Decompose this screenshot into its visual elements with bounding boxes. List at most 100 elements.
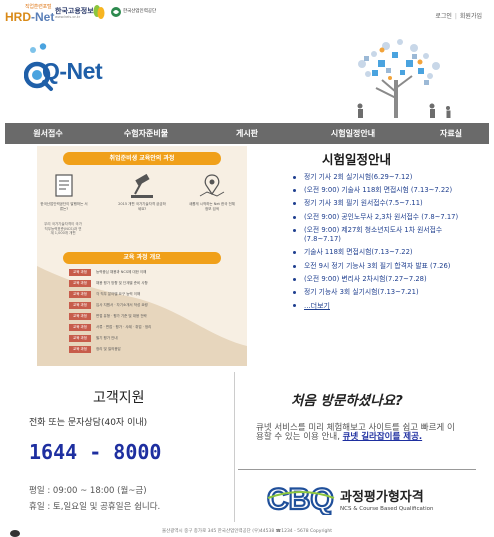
guide-link[interactable]: 큐넷 길라잡이를 제공.	[343, 432, 423, 442]
schedule-item[interactable]: (오전 9:00) 변리사 2차시험(7.27~7.28)	[290, 275, 480, 284]
first-visit-text: 큐넷 서비스를 미리 체험해보고 사이트를 쉽고 빠르게 이용할 수 있는 이용…	[256, 424, 456, 442]
course-row: 교육 과정 능력중심 채용과 NCS에 대한 이해	[69, 269, 219, 277]
section-divider	[234, 372, 235, 522]
hrd-logo-text: HRD-Net	[5, 10, 54, 24]
course-text: 채용 평가 방향 및 단계별 준비 사항	[96, 281, 148, 285]
bullet-icon	[293, 304, 296, 308]
top-link-divider: |	[454, 13, 457, 20]
support-hours-weekday: 평일 : 09:00 ~ 18:00 (월~금)	[29, 486, 147, 496]
schedule-item[interactable]: (오전 9:00) 기술사 118회 면접시험 (7.13~7.22)	[290, 186, 480, 195]
banner-card2-text: 2015 개편 국가기술자격 궁금하세요?	[118, 202, 166, 211]
bullet-icon	[293, 176, 296, 179]
org1-url: www.keis.or.kr	[55, 15, 81, 19]
exam-schedule-panel: 시험일정안내 정기 기사 2회 실기시험(6.29~7.12) (오전 9:00…	[290, 149, 480, 311]
bullet-icon	[293, 277, 296, 281]
schedule-list: 정기 기사 2회 실기시험(6.29~7.12) (오전 9:00) 기술사 1…	[290, 173, 480, 297]
course-tag: 교육 과정	[69, 313, 91, 320]
bullet-icon	[293, 202, 296, 206]
course-row: 교육 과정 면접 유형 · 평가 기준 및 대응 전략	[69, 313, 219, 321]
schedule-item-text: 정기 기사 2회 실기시험(6.29~7.12)	[304, 173, 413, 181]
top-links: 로그인 | 회원가입	[435, 11, 482, 20]
course-text: 각 직무 분야별 요구 능력 이해	[96, 292, 141, 296]
schedule-item[interactable]: (오전 9:00) 공인노무사 2,3차 원서접수 (7.8~7.17)	[290, 213, 480, 222]
promo-banner[interactable]: 취업준비생 교육안의 과정 한국산업인력공단이 발행하는 서류는? 2015 개…	[37, 146, 247, 366]
support-subtitle: 전화 또는 문자상담(40자 이내)	[29, 418, 148, 428]
course-tag: 교육 과정	[69, 269, 91, 276]
schedule-item-text: (오전 9:00) 공인노무사 2,3차 원서접수 (7.8~7.17)	[304, 212, 459, 221]
footer-text: 울산광역시 중구 종가로 345 한국산업인력공단 (우)44538 ☎1234…	[161, 529, 333, 534]
banner-card3-text: 새롭게 시작하는 Net 한국 전체 정보 검색	[188, 202, 235, 211]
cbq-title[interactable]: 과정평가형자격	[340, 486, 424, 505]
course-text: 면접 유형 · 평가 기준 및 대응 전략	[96, 314, 147, 318]
hrd-net-logo[interactable]: 직업훈련포털 HRD-Net	[5, 3, 55, 25]
qnet-brand-text[interactable]: Q-Net	[42, 58, 103, 85]
schedule-item[interactable]: 정기 기사 3회 필기 원서접수(7.5~7.11)	[290, 199, 480, 208]
bullet-icon	[293, 189, 296, 193]
course-text: 정리 및 질의응답	[96, 347, 121, 351]
course-tag: 교육 과정	[69, 280, 91, 287]
bullet-icon	[293, 215, 296, 219]
course-row: 교육 과정 정리 및 질의응답	[69, 346, 219, 354]
bullet-icon	[293, 228, 296, 232]
leaf-logo-icon	[93, 5, 105, 19]
nav-board[interactable]: 게시판	[201, 123, 293, 144]
support-title: 고객지원	[93, 390, 145, 406]
course-tag: 교육 과정	[69, 302, 91, 309]
support-hours-holiday: 휴일 : 토,일요일 및 공휴일은 쉽니다.	[29, 502, 161, 512]
login-link[interactable]: 로그인	[435, 13, 452, 20]
course-row: 교육 과정 필기 평가 안내	[69, 335, 219, 343]
cbq-subtitle: NCS & Course Based Qualification	[340, 506, 434, 512]
nav-exam-supplies[interactable]: 수험자준비물	[91, 123, 201, 144]
course-row: 교육 과정 각 직무 분야별 요구 능력 이해	[69, 291, 219, 299]
course-tag: 교육 과정	[69, 346, 91, 353]
first-visit-title: 처음 방문하셨나요?	[291, 393, 403, 409]
banner-side-note: 우리 국가기술자격이 국가직무능력표준(NCS)과 연계 1,000개 개편	[44, 222, 82, 235]
org2-name[interactable]: 한국산업인력공단	[123, 8, 156, 14]
hrd-small-label: 직업훈련포털	[25, 4, 52, 10]
schedule-item[interactable]: 정기 기능사 3회 실기시험(7.13~7.21)	[290, 288, 480, 297]
signup-link[interactable]: 회원가입	[460, 13, 482, 20]
people-tree-illustration	[357, 39, 451, 118]
schedule-item[interactable]: 오전 9시 정기 기능사 3회 필기 합격자 발표 (7.26)	[290, 262, 480, 271]
course-tag: 교육 과정	[69, 324, 91, 331]
course-text: 서류 · 면접 · 평가 · 사례 · 취업 · 정리	[96, 325, 152, 329]
banner-card1-text: 한국산업인력공단이 발행하는 서류는?	[40, 202, 88, 211]
hrd-logo-a: HRD	[5, 10, 31, 24]
schedule-item-text: (오전 9:00) 제27회 청소년지도사 1차 원서접수 (7.8~7.17)	[304, 225, 443, 244]
gavel-icon	[131, 173, 153, 198]
schedule-item[interactable]: 정기 기사 2회 실기시험(6.29~7.12)	[290, 173, 480, 182]
course-tag: 교육 과정	[69, 291, 91, 298]
cbq-logo-text: CBQ	[267, 483, 334, 515]
nav-application[interactable]: 원서접수	[5, 123, 91, 144]
course-row: 교육 과정 서류 · 면접 · 평가 · 사례 · 취업 · 정리	[69, 324, 219, 332]
nav-exam-schedule[interactable]: 시험일정안내	[293, 123, 413, 144]
schedule-item-text: 정기 기능사 3회 실기시험(7.13~7.21)	[304, 288, 419, 297]
schedule-title: 시험일정안내	[322, 152, 392, 167]
banner-ribbon-top: 취업준비생 교육안의 과정	[63, 152, 221, 165]
schedule-item-text: (오전 9:00) 변리사 2차시험(7.27~7.28)	[304, 274, 427, 283]
schedule-item[interactable]: 기술사 118회 면접시험(7.13~7.22)	[290, 248, 480, 257]
course-text: 입사 지원서 · 자기소개서 작성 요령	[96, 303, 148, 307]
schedule-more-text: ...더보기	[304, 302, 330, 311]
schedule-more-link[interactable]: ...더보기	[290, 301, 480, 311]
schedule-item[interactable]: (오전 9:00) 제27회 청소년지도사 1차 원서접수 (7.8~7.17)	[290, 226, 480, 245]
bullet-icon	[293, 264, 296, 268]
course-text: 필기 평가 안내	[96, 336, 118, 340]
nav-resources[interactable]: 자료실	[413, 123, 489, 144]
banner-ribbon-course: 교육 과정 개요	[63, 252, 221, 264]
map-pin-icon	[199, 174, 225, 197]
course-row: 교육 과정 채용 평가 방향 및 단계별 준비 사항	[69, 280, 219, 288]
cbq-logo-icon[interactable]: CBQ	[266, 481, 336, 515]
schedule-item-text: 오전 9시 정기 기능사 3회 필기 합격자 발표 (7.26)	[304, 261, 451, 270]
schedule-item-text: 기술사 118회 면접시험(7.13~7.22)	[304, 248, 413, 257]
document-icon	[55, 174, 73, 197]
hrd-logo-b: -Net	[31, 10, 55, 24]
course-text: 능력중심 채용과 NCS에 대한 이해	[96, 270, 147, 274]
bullet-icon	[293, 291, 296, 295]
main-nav: 원서접수 수험자준비물 게시판 시험일정안내 자료실	[5, 123, 489, 144]
course-tag: 교육 과정	[69, 335, 91, 342]
support-phone[interactable]: 1644 - 8000	[29, 440, 161, 464]
schedule-item-text: (오전 9:00) 기술사 118회 면접시험 (7.13~7.22)	[304, 186, 453, 195]
first-visit-divider	[238, 469, 476, 470]
bullet-icon	[293, 251, 296, 255]
